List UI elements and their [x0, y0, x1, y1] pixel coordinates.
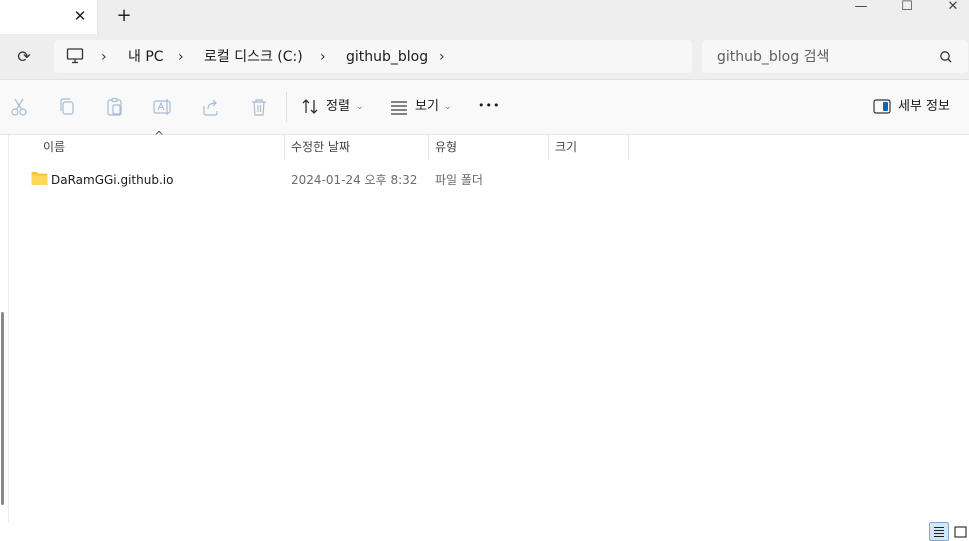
- breadcrumb-local-disk[interactable]: 로컬 디스크 (C:): [204, 47, 303, 67]
- column-divider[interactable]: [428, 135, 429, 160]
- delete-icon[interactable]: [248, 96, 270, 118]
- breadcrumb-chevron[interactable]: ›: [178, 47, 184, 67]
- file-name[interactable]: DaRamGGi.github.io: [51, 170, 173, 190]
- sort-icon[interactable]: [300, 96, 322, 118]
- tab-close-button[interactable]: ✕: [70, 6, 90, 26]
- copy-icon[interactable]: [56, 96, 78, 118]
- folder-icon: [31, 172, 48, 185]
- more-options-button[interactable]: •••: [478, 96, 500, 116]
- file-modified: 2024-01-24 오후 8:32: [291, 173, 418, 187]
- status-bar: [0, 523, 969, 541]
- details-pane-button[interactable]: 세부 정보: [898, 97, 950, 117]
- column-header-size[interactable]: 크기: [555, 136, 625, 160]
- title-bar: [0, 0, 969, 34]
- breadcrumb-github-blog[interactable]: github_blog: [346, 47, 428, 67]
- refresh-button[interactable]: ⟳: [12, 45, 36, 69]
- details-view-icon: [934, 527, 944, 537]
- view-chevron-down-icon[interactable]: ⌄: [444, 97, 452, 117]
- file-type: 파일 폴더: [435, 173, 483, 187]
- column-divider[interactable]: [548, 135, 549, 160]
- details-pane-icon[interactable]: [872, 96, 894, 118]
- column-header-modified[interactable]: 수정한 날짜: [291, 136, 426, 160]
- sort-chevron-down-icon[interactable]: ⌄: [356, 97, 364, 117]
- details-view-toggle[interactable]: [929, 522, 949, 541]
- share-icon[interactable]: [200, 96, 222, 118]
- column-divider[interactable]: [628, 135, 629, 160]
- view-button[interactable]: 보기: [415, 97, 439, 117]
- column-divider[interactable]: [284, 135, 285, 160]
- pc-icon[interactable]: [66, 47, 84, 65]
- rename-icon[interactable]: [152, 96, 174, 118]
- nav-scrollbar[interactable]: [1, 312, 4, 505]
- search-icon[interactable]: [936, 47, 956, 67]
- sort-button[interactable]: 정렬: [326, 97, 350, 117]
- new-tab-button[interactable]: +: [114, 6, 134, 26]
- minimize-button[interactable]: —: [838, 0, 884, 18]
- paste-icon[interactable]: [104, 96, 126, 118]
- search-input[interactable]: github_blog 검색: [717, 47, 829, 67]
- tiles-view-icon[interactable]: [952, 523, 968, 540]
- breadcrumb-chevron[interactable]: ›: [439, 47, 445, 67]
- view-icon[interactable]: [389, 96, 411, 118]
- breadcrumb-chevron[interactable]: ›: [320, 47, 326, 67]
- breadcrumb-my-pc[interactable]: 내 PC: [128, 47, 164, 67]
- column-header-name[interactable]: 이름: [43, 136, 283, 160]
- maximize-button[interactable]: ☐: [884, 0, 930, 18]
- toolbar-separator: [286, 92, 287, 122]
- breadcrumb-chevron[interactable]: ›: [101, 47, 107, 67]
- cut-icon[interactable]: [8, 96, 30, 118]
- column-header-type[interactable]: 유형: [435, 136, 545, 160]
- close-window-button[interactable]: ✕: [930, 0, 969, 18]
